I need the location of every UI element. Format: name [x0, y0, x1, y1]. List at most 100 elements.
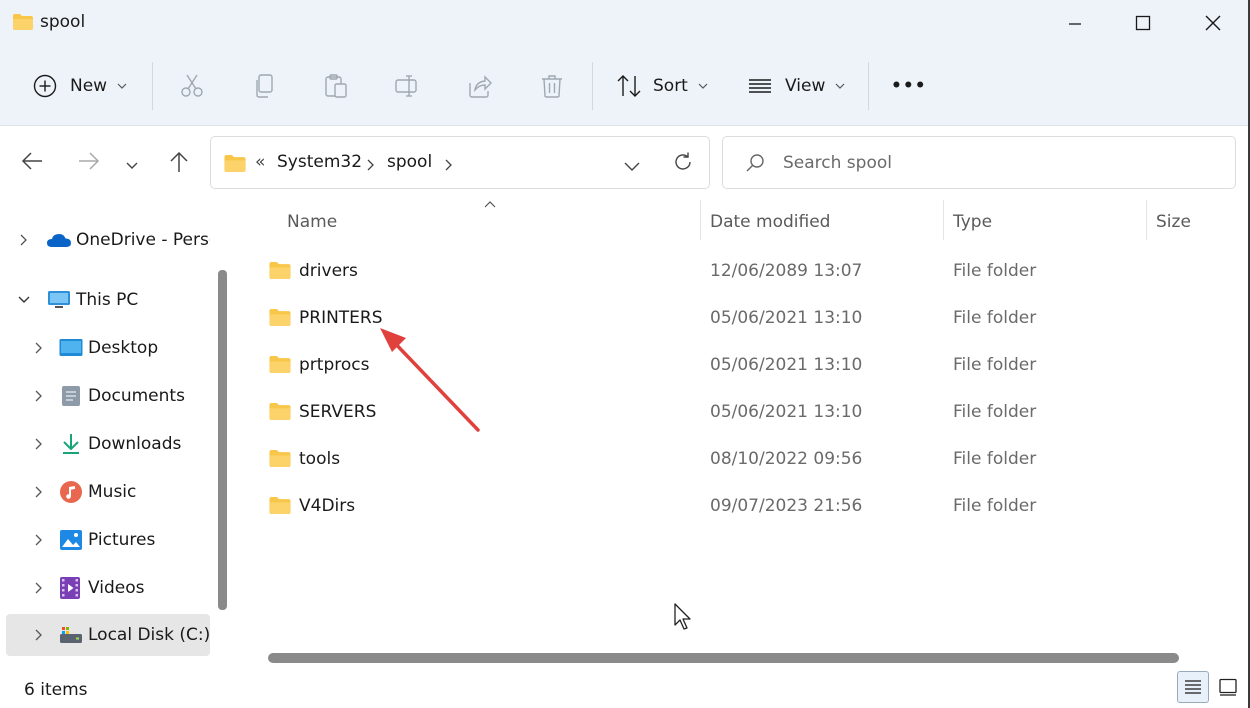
- chevron-right-icon[interactable]: [34, 629, 42, 641]
- search-icon: [745, 153, 765, 177]
- navigation-pane: OneDrive - Personal This PC Desktop Docu…: [0, 198, 237, 660]
- file-row[interactable]: drivers 12/06/2089 13:07 File folder: [242, 250, 1250, 294]
- column-header-size[interactable]: Size: [1156, 212, 1191, 232]
- chevron-right-icon[interactable]: [34, 438, 42, 450]
- see-more-button[interactable]: •••: [891, 66, 927, 106]
- up-button[interactable]: [167, 150, 191, 178]
- sidebar-item-videos[interactable]: Videos: [6, 567, 210, 609]
- file-name: prtprocs: [299, 355, 370, 375]
- command-separator: [868, 62, 869, 110]
- chevron-down-icon: [126, 162, 138, 169]
- chevron-down-icon: [624, 162, 640, 171]
- file-row[interactable]: V4Dirs 09/07/2023 21:56 File folder: [242, 485, 1250, 529]
- chevron-down-icon: [698, 83, 708, 89]
- folder-icon: [12, 13, 34, 35]
- new-label: New: [70, 76, 108, 96]
- chevron-right-icon[interactable]: [19, 234, 27, 246]
- large-icons-view-button[interactable]: [1212, 671, 1244, 703]
- arrow-right-icon: [79, 152, 100, 170]
- command-bar: New Sort View •••: [0, 46, 1250, 126]
- sidebar-item-label: Videos: [88, 578, 145, 598]
- file-date: 05/06/2021 13:10: [710, 355, 863, 375]
- mouse-cursor-icon: [674, 603, 691, 630]
- pictures-icon: [60, 530, 82, 550]
- sidebar-scrollbar-thumb[interactable]: [218, 270, 227, 610]
- column-header-date-modified[interactable]: Date modified: [710, 212, 830, 232]
- chevron-right-icon[interactable]: [34, 582, 42, 594]
- chevron-right-icon[interactable]: [34, 390, 42, 402]
- sort-icon: [617, 75, 641, 97]
- command-separator: [592, 62, 593, 110]
- horizontal-scrollbar-thumb[interactable]: [268, 653, 1179, 663]
- folder-icon: [269, 450, 291, 467]
- recent-locations-button[interactable]: [125, 156, 139, 175]
- sidebar-item-label: This PC: [76, 290, 139, 310]
- details-view-icon: [1185, 680, 1201, 694]
- documents-icon: [62, 386, 80, 406]
- sidebar-item-pictures[interactable]: Pictures: [6, 519, 210, 561]
- close-button[interactable]: [1178, 0, 1248, 46]
- rename-button[interactable]: [394, 66, 420, 106]
- forward-button[interactable]: [77, 150, 101, 176]
- address-history-button[interactable]: [623, 157, 641, 176]
- minimize-icon: [1069, 23, 1081, 25]
- search-box[interactable]: Search spool: [722, 136, 1236, 189]
- folder-icon: [269, 497, 291, 514]
- new-button[interactable]: New: [32, 66, 127, 106]
- chevron-right-icon[interactable]: [34, 486, 42, 498]
- column-divider[interactable]: [1146, 200, 1147, 240]
- delete-button[interactable]: [539, 66, 565, 106]
- paste-icon: [325, 74, 347, 98]
- cut-button[interactable]: [179, 66, 205, 106]
- chevron-down-icon: [835, 83, 845, 89]
- chevron-right-icon[interactable]: [34, 342, 42, 354]
- chevron-down-icon[interactable]: [17, 295, 31, 305]
- chevron-right-icon[interactable]: [366, 156, 374, 175]
- share-button[interactable]: [467, 66, 493, 106]
- sidebar-item-documents[interactable]: Documents: [6, 375, 210, 417]
- minimize-button[interactable]: [1040, 0, 1110, 46]
- copy-button[interactable]: [252, 66, 278, 106]
- file-type: File folder: [953, 449, 1037, 469]
- sidebar-item-label: Documents: [88, 386, 185, 406]
- file-name: SERVERS: [299, 402, 377, 422]
- paste-button[interactable]: [323, 66, 349, 106]
- folder-icon: [223, 154, 247, 177]
- column-header-type[interactable]: Type: [953, 212, 992, 232]
- onedrive-cloud-icon: [47, 234, 71, 247]
- chevron-right-icon[interactable]: [444, 156, 452, 175]
- view-button[interactable]: View: [747, 66, 845, 106]
- maximize-icon: [1135, 15, 1151, 31]
- sidebar-item-this-pc[interactable]: This PC: [6, 279, 210, 321]
- sidebar-item-local-disk[interactable]: Local Disk (C:): [6, 614, 210, 656]
- column-header-name[interactable]: Name: [287, 212, 337, 232]
- file-name: tools: [299, 449, 341, 469]
- this-pc-icon: [48, 291, 70, 308]
- column-divider[interactable]: [943, 200, 944, 240]
- sidebar-item-desktop[interactable]: Desktop: [6, 327, 210, 369]
- item-count: 6 items: [24, 680, 88, 700]
- file-row[interactable]: tools 08/10/2022 09:56 File folder: [242, 438, 1250, 482]
- sidebar-item-downloads[interactable]: Downloads: [6, 423, 210, 465]
- refresh-button[interactable]: [672, 151, 694, 177]
- file-type: File folder: [953, 355, 1037, 375]
- maximize-button[interactable]: [1108, 0, 1178, 46]
- breadcrumb-spool[interactable]: spool: [387, 152, 432, 172]
- navigation-bar: « System32 spool Search spool: [0, 126, 1250, 198]
- breadcrumb-system32[interactable]: System32: [277, 152, 362, 172]
- title-bar: spool: [0, 0, 1250, 46]
- address-bar[interactable]: « System32 spool: [210, 136, 710, 189]
- file-name: V4Dirs: [299, 496, 356, 516]
- sidebar-item-label: Pictures: [88, 530, 156, 550]
- chevron-right-icon[interactable]: [34, 534, 42, 546]
- sort-button[interactable]: Sort: [615, 66, 708, 106]
- back-button[interactable]: [20, 150, 44, 176]
- column-divider[interactable]: [700, 200, 701, 240]
- folder-icon: [269, 262, 291, 279]
- file-date: 05/06/2021 13:10: [710, 402, 863, 422]
- sidebar-item-music[interactable]: Music: [6, 471, 210, 513]
- details-view-button[interactable]: [1177, 671, 1209, 703]
- breadcrumb-overflow[interactable]: «: [255, 152, 265, 172]
- file-date: 08/10/2022 09:56: [710, 449, 863, 469]
- sidebar-item-onedrive[interactable]: OneDrive - Personal: [6, 219, 210, 261]
